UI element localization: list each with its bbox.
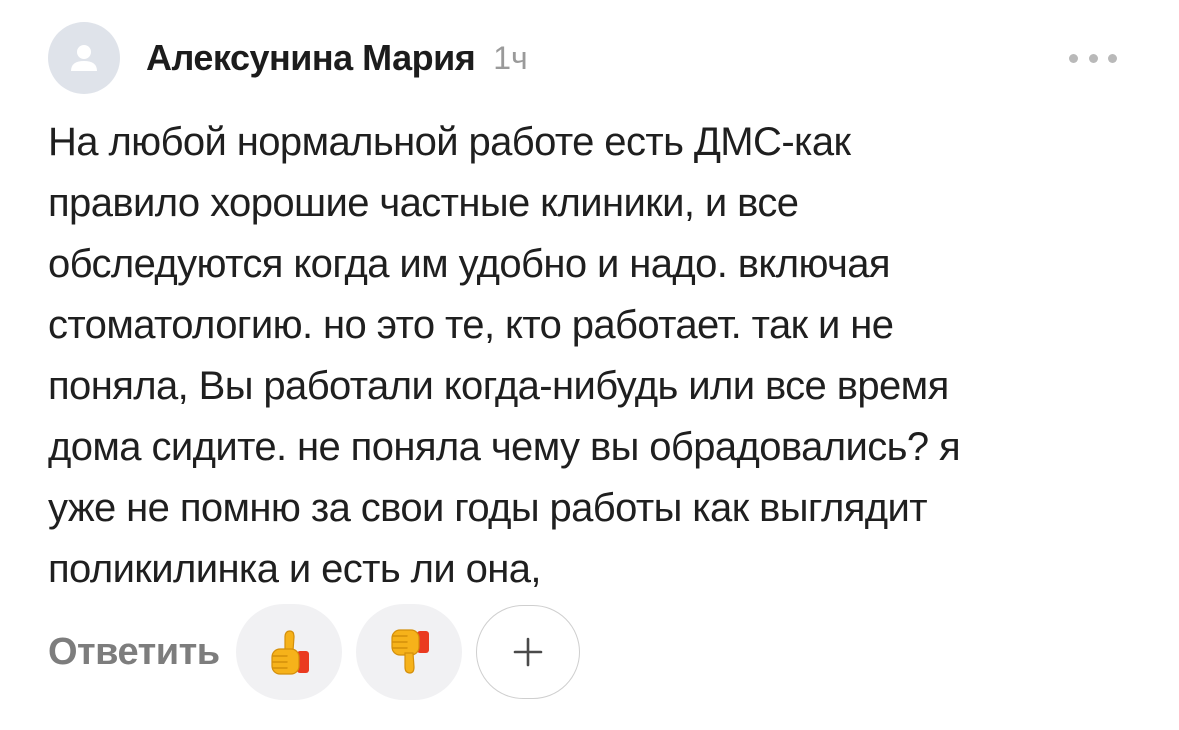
dot: [1069, 53, 1078, 63]
plus-icon: [513, 637, 542, 667]
comment-text-line: уже не помню за свои годы работы как выг…: [48, 486, 928, 530]
comment-text-line: поняла, Вы работали когда-нибудь или все…: [48, 364, 949, 408]
comment-header: Алексунина Мария 1ч: [48, 22, 528, 94]
comment-card: Алексунина Мария 1ч На любой нормальной …: [0, 0, 1179, 730]
comment-text-line: стоматологию. но это те, кто работает. т…: [48, 303, 894, 347]
reply-button[interactable]: Ответить: [48, 631, 220, 674]
comment-text-line: На любой нормальной работе есть ДМС-как: [48, 120, 851, 164]
comment-text: На любой нормальной работе есть ДМС-как …: [48, 112, 1108, 600]
user-silhouette-icon: [71, 45, 97, 71]
comment-text-line: поликилинка и есть ли она,: [48, 547, 542, 591]
dot: [1108, 53, 1117, 63]
comment-actions: Ответить: [48, 602, 580, 702]
more-dots-icon[interactable]: [1069, 48, 1117, 68]
add-reaction-button[interactable]: [475, 605, 580, 699]
avatar[interactable]: [48, 22, 120, 94]
comment-text-line: обследуются когда им удобно и надо. вклю…: [48, 242, 891, 286]
comment-text-line: дома сидите. не поняла чему вы обрадовал…: [48, 425, 961, 469]
thumbs-down-icon: [391, 629, 429, 674]
dot: [1088, 53, 1098, 63]
comment-text-line: правило хорошие частные клиники, и все: [48, 181, 799, 225]
like-button[interactable]: [235, 604, 342, 700]
comment-time: 1ч: [493, 39, 528, 76]
author-name[interactable]: Алексунина Мария: [146, 37, 476, 79]
thumbs-up-icon: [271, 630, 309, 675]
dislike-button[interactable]: [355, 604, 462, 700]
